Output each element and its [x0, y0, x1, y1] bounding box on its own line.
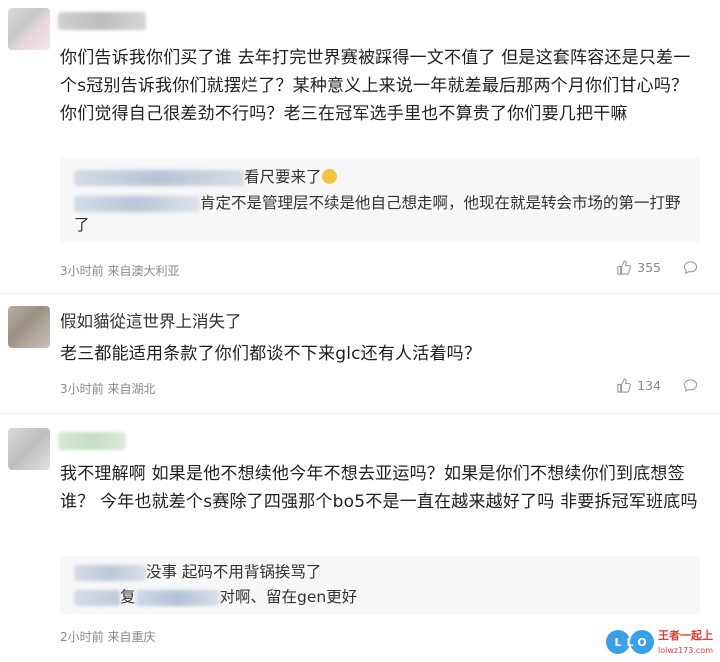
reply-prefix: 复	[120, 588, 136, 606]
comment-bubble-icon[interactable]	[683, 378, 698, 393]
reply-box: 没事 起码不用背锅挨骂了 复 对啊、留在gen更好	[60, 556, 700, 614]
comment-text: 老三都能适用条款了你们都谈不下来glc还有人活着吗？	[60, 344, 482, 364]
comment-meta: 2小时前 来自重庆	[60, 628, 155, 645]
reply-box: 看尺要来了 肯定不是管理层不续是他自己想走啊，他现在就是转会市场的第一打野了	[60, 158, 700, 242]
reply-line-2[interactable]: 复 对啊、留在gen更好	[74, 586, 357, 608]
comment-author[interactable]: 假如貓從這世界上消失了	[60, 308, 242, 332]
comment-time: 3小时前	[60, 264, 104, 278]
comment-actions: 134	[616, 378, 698, 393]
comment-location: 来自湖北	[107, 382, 156, 396]
username-blurred[interactable]	[58, 432, 126, 450]
comment-text: 你们告诉我你们买了谁 去年打完世界赛被踩得一文不值了 但是这套阵容还是只差一个s…	[60, 48, 691, 124]
watermark-brand-2: O	[637, 636, 646, 649]
site-watermark-logo: L O L 王者一起上 lolwz173.com	[606, 628, 713, 655]
reply-username-blurred	[74, 589, 120, 606]
comment-location: 来自重庆	[107, 630, 156, 644]
username-blurred[interactable]	[58, 12, 146, 30]
divider	[0, 413, 720, 414]
reply-text: 看尺要来了	[244, 168, 322, 186]
comment-location: 来自澳大利亚	[107, 264, 180, 278]
watermark-brand-3: L	[626, 636, 633, 649]
reply-target-blurred	[135, 589, 220, 606]
reply-text: 对啊、留在gen更好	[219, 588, 358, 606]
comment-bubble-icon[interactable]	[683, 260, 698, 275]
comment-1: 你们告诉我你们买了谁 去年打完世界赛被踩得一文不值了 但是这套阵容还是只差一个s…	[0, 0, 720, 292]
comment-2: 假如貓從這世界上消失了 老三都能适用条款了你们都谈不下来glc还有人活着吗？ 3…	[0, 296, 720, 416]
avatar[interactable]	[8, 428, 50, 470]
watermark-site: lolwz173.com	[658, 646, 713, 655]
reply-username-blurred	[74, 564, 146, 581]
comment-time: 2小时前	[60, 630, 104, 644]
avatar[interactable]	[8, 8, 50, 50]
reply-username-blurred	[74, 169, 244, 186]
reply-username-blurred	[74, 195, 200, 212]
avatar[interactable]	[8, 306, 50, 348]
like-count: 355	[637, 260, 661, 275]
comment-time: 3小时前	[60, 382, 104, 396]
comment-meta: 3小时前 来自湖北	[60, 380, 155, 397]
watermark-tag: 王者一起上	[658, 628, 713, 642]
comment-text: 我不理解啊 如果是他不想续他今年不想去亚运吗？如果是你们不想续你们到底想签谁？ …	[60, 464, 698, 512]
thumbs-up-icon[interactable]	[616, 378, 632, 393]
like-count: 134	[637, 378, 661, 393]
grinning-emoji-icon	[321, 169, 337, 184]
divider	[0, 293, 720, 294]
comment-meta: 3小时前 来自澳大利亚	[60, 262, 179, 279]
watermark-brand-1: L	[614, 636, 621, 649]
reply-line-2[interactable]: 肯定不是管理层不续是他自己想走啊，他现在就是转会市场的第一打野了	[74, 192, 694, 236]
reply-line-1[interactable]: 没事 起码不用背锅挨骂了	[74, 561, 321, 583]
comment-actions: 355	[616, 260, 698, 275]
reply-line-1[interactable]: 看尺要来了	[74, 166, 337, 188]
reply-text: 没事 起码不用背锅挨骂了	[146, 563, 322, 581]
thumbs-up-icon[interactable]	[616, 260, 632, 275]
